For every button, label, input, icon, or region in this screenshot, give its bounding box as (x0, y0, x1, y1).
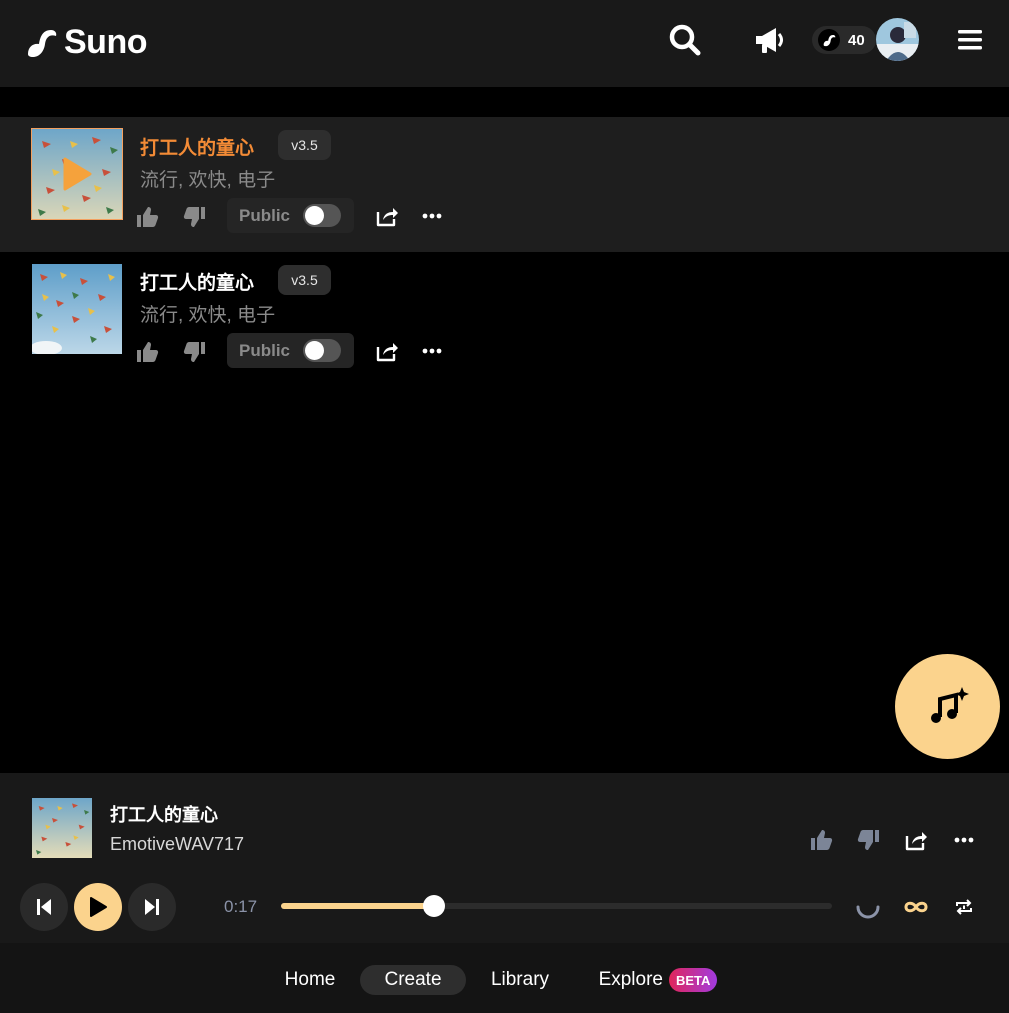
suno-logo-icon (28, 30, 57, 57)
song-tags: 流行, 欢快, 电子 (140, 170, 276, 191)
megaphone-icon[interactable] (752, 22, 788, 58)
song-row[interactable]: 打工人的童心 v3.5 流行, 欢快, 电子 Public (0, 252, 1009, 387)
credits-badge[interactable]: 40 (812, 26, 876, 54)
repeat-icon[interactable] (948, 891, 980, 923)
progress-thumb[interactable] (422, 895, 445, 917)
play-button[interactable] (74, 883, 122, 931)
nav-explore-label: Explore (598, 969, 663, 990)
suno-credit-icon (818, 29, 840, 51)
switch-knob (305, 206, 324, 225)
thumbs-up-icon[interactable] (132, 202, 162, 232)
song-cover[interactable] (32, 264, 122, 354)
share-icon[interactable] (372, 201, 402, 231)
search-icon[interactable] (667, 22, 703, 58)
current-time: 0:17 (224, 897, 258, 916)
loading-spinner-icon (852, 891, 884, 923)
progress-fill (281, 903, 434, 909)
visibility-toggle[interactable]: Public (227, 333, 354, 368)
suno-logo[interactable]: Suno (24, 22, 147, 62)
visibility-label: Public (239, 340, 291, 360)
public-switch[interactable] (303, 339, 341, 362)
skip-back-icon (37, 899, 51, 915)
share-icon[interactable] (372, 336, 402, 366)
music-sparkle-icon (930, 686, 969, 723)
more-options-icon[interactable] (417, 336, 447, 366)
bottom-nav: Home Create Library Explore BETA (0, 943, 1009, 1013)
nav-explore[interactable]: Explore BETA (592, 965, 724, 995)
thumbs-down-icon[interactable] (180, 202, 210, 232)
nav-create[interactable]: Create (360, 965, 466, 995)
more-options-icon[interactable] (417, 201, 447, 231)
thumbs-down-icon[interactable] (180, 337, 210, 367)
next-button[interactable] (128, 883, 176, 931)
skip-forward-icon (145, 899, 159, 915)
public-switch[interactable] (303, 204, 341, 227)
share-icon[interactable] (901, 825, 931, 855)
play-icon (90, 897, 107, 917)
brand-name: Suno (64, 22, 147, 61)
create-song-button[interactable] (895, 654, 1000, 759)
player-title[interactable]: 打工人的童心 (110, 801, 218, 827)
visibility-toggle[interactable]: Public (227, 198, 354, 233)
progress-bar[interactable] (281, 895, 832, 917)
player-cover[interactable] (32, 798, 92, 858)
version-badge: v3.5 (278, 130, 331, 160)
infinity-loop-icon[interactable] (900, 891, 932, 923)
previous-button[interactable] (20, 883, 68, 931)
thumbs-up-icon[interactable] (132, 337, 162, 367)
menu-icon[interactable] (952, 22, 988, 58)
version-badge: v3.5 (278, 265, 331, 295)
song-cover[interactable] (31, 128, 123, 220)
switch-knob (305, 341, 324, 360)
song-title[interactable]: 打工人的童心 (140, 133, 254, 160)
song-row[interactable]: 打工人的童心 v3.5 流行, 欢快, 电子 Public (0, 117, 1009, 252)
credits-count: 40 (848, 31, 865, 49)
top-header: Suno 40 (0, 0, 1009, 87)
thumbs-up-icon[interactable] (806, 825, 836, 855)
music-player: 打工人的童心 EmotiveWAV717 0:17 (0, 773, 1009, 943)
nav-home[interactable]: Home (274, 965, 346, 995)
song-title[interactable]: 打工人的童心 (140, 268, 254, 295)
player-artist[interactable]: EmotiveWAV717 (110, 834, 244, 855)
thumbs-down-icon[interactable] (854, 825, 884, 855)
song-tags: 流行, 欢快, 电子 (140, 305, 276, 326)
nav-library[interactable]: Library (480, 965, 560, 995)
visibility-label: Public (239, 205, 291, 225)
beta-badge: BETA (668, 968, 718, 992)
play-overlay-icon[interactable] (62, 157, 92, 191)
avatar[interactable] (876, 18, 919, 61)
more-options-icon[interactable] (949, 825, 979, 855)
